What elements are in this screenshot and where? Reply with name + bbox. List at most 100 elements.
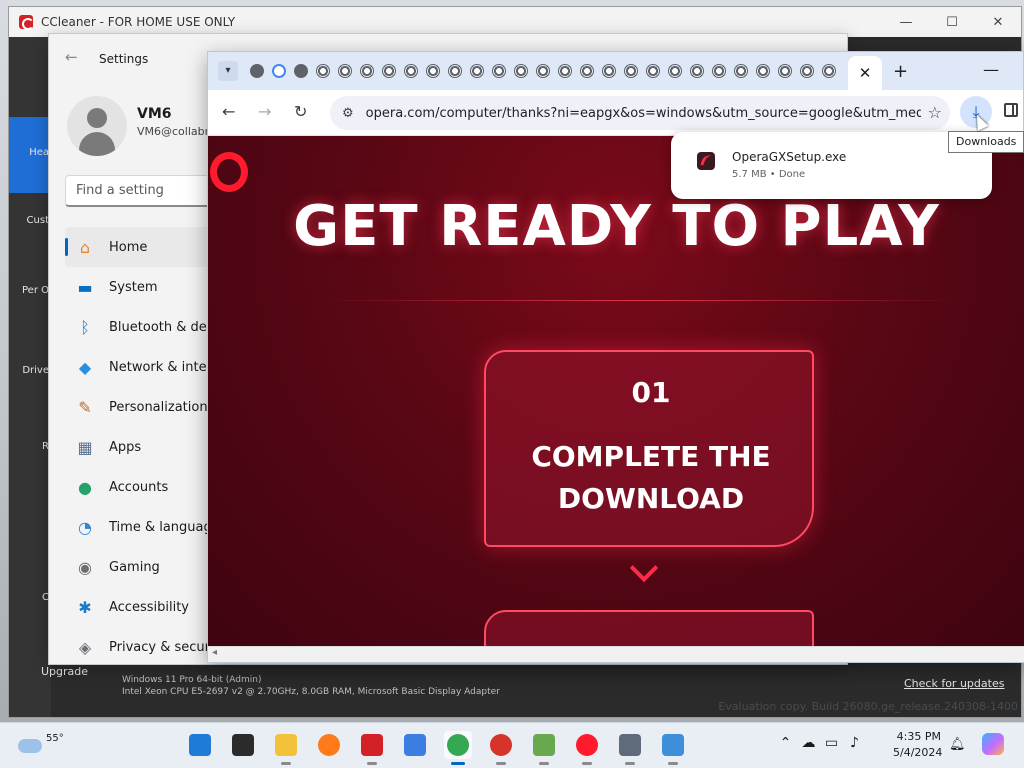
bookmark-star-icon[interactable]: ☆ (928, 103, 942, 122)
ccleaner-nav-performance[interactable]: Per O (9, 285, 51, 296)
app-blue-icon[interactable] (401, 731, 429, 759)
settings-nav-label: Gaming (109, 559, 160, 575)
tab-favicon-icon[interactable] (356, 60, 378, 82)
ccleaner-title: CCleaner - FOR HOME USE ONLY (41, 15, 236, 29)
site-info-icon[interactable]: ⚙ (342, 106, 354, 121)
address-bar[interactable]: ⚙ opera.com/computer/thanks?ni=eapgx&os=… (330, 96, 950, 130)
step-card: 01 COMPLETE THE DOWNLOAD (484, 350, 814, 547)
tab-favicon-icon[interactable] (620, 60, 642, 82)
tab-favicon-icon[interactable] (752, 60, 774, 82)
forward-button-icon[interactable]: → (258, 102, 271, 121)
download-filename[interactable]: OperaGXSetup.exe (732, 150, 846, 164)
tab-favicon-icon[interactable] (400, 60, 422, 82)
settings-icon[interactable] (616, 731, 644, 765)
ccleaner-nav-options[interactable]: C (9, 592, 51, 603)
side-panel-icon[interactable] (1004, 103, 1018, 117)
step-title-line1: COMPLETE THE (531, 440, 771, 473)
reload-button-icon[interactable]: ↻ (294, 102, 307, 121)
tab-favicon-icon[interactable] (246, 60, 268, 82)
settings-nav-label: Accessibility (109, 599, 189, 615)
tray-overflow-chevron-icon[interactable]: ⌃ (774, 735, 797, 751)
tab-favicon-icon[interactable] (818, 60, 840, 82)
next-step-card (484, 610, 814, 646)
ccleaner-minimize-button[interactable]: — (883, 15, 929, 30)
tab-favicon-icon[interactable] (312, 60, 334, 82)
chrome-minimize-button[interactable]: — (983, 60, 999, 79)
settings-nav-icon: ✱ (78, 597, 92, 617)
tab-favicon-icon[interactable] (642, 60, 664, 82)
opera-logo-icon[interactable] (210, 152, 248, 192)
evaluation-watermark: Evaluation copy. Build 26080.ge_release.… (718, 700, 1018, 713)
settings-nav-icon: ◔ (78, 517, 92, 537)
user-name: VM6 (137, 106, 172, 122)
tab-favicon-icon[interactable] (466, 60, 488, 82)
back-button-icon[interactable]: ← (222, 102, 235, 121)
notification-bell-icon[interactable]: 🔔︎ (949, 737, 966, 752)
tab-favicon-icon[interactable] (268, 60, 290, 82)
settings-nav-label: Personalization (109, 399, 208, 415)
settings-nav-icon: ▦ (77, 437, 93, 457)
tab-favicon-icon[interactable] (554, 60, 576, 82)
taskbar-apps (186, 731, 702, 765)
network-icon[interactable]: ▭ (820, 735, 843, 751)
check-for-updates-link[interactable]: Check for updates (904, 677, 1004, 690)
settings-nav-label: Apps (109, 439, 142, 455)
ccleaner-nav-registry[interactable]: R (9, 441, 51, 452)
tab-favicon-icon[interactable] (290, 60, 312, 82)
horizontal-scrollbar[interactable] (208, 646, 1024, 662)
tab-favicon-icon[interactable] (334, 60, 356, 82)
clock-date: 5/4/2024 (893, 746, 943, 759)
settings-nav-label: Accounts (109, 479, 169, 495)
ccleaner-close-button[interactable]: ✕ (975, 15, 1021, 30)
tab-close-icon[interactable]: ✕ (859, 64, 872, 82)
back-arrow-icon[interactable]: ← (65, 48, 78, 66)
settings-nav-icon: ◆ (78, 357, 92, 377)
tab-favicon-icon[interactable] (730, 60, 752, 82)
tab-favicon-icon[interactable] (510, 60, 532, 82)
downloads-bubble[interactable]: OperaGXSetup.exe 5.7 MB • Done (671, 132, 992, 199)
tab-favicon-icon[interactable] (686, 60, 708, 82)
file-explorer-icon[interactable] (272, 731, 300, 765)
tab-favicon-icon[interactable] (532, 60, 554, 82)
ccleaner-nav-driver[interactable]: Drive (9, 365, 51, 376)
volume-icon[interactable]: ♪ (843, 735, 866, 751)
tab-favicon-icon[interactable] (664, 60, 686, 82)
settings-nav-label: Bluetooth & dev (109, 319, 215, 335)
tab-favicon-icon[interactable] (576, 60, 598, 82)
ccleaner-nav-health-check[interactable]: Hea (9, 117, 51, 193)
tab-favicon-icon[interactable] (378, 60, 400, 82)
tab-search-chevron-icon[interactable]: ▾ (218, 61, 238, 81)
firefox-icon[interactable] (315, 731, 343, 759)
user-email: VM6@collabr (137, 125, 210, 138)
tab-favicon-icon[interactable] (708, 60, 730, 82)
chrome-icon[interactable] (444, 731, 472, 765)
clock[interactable]: 4:35 PM 5/4/2024 (893, 729, 943, 761)
tray-app-icon[interactable]: ☁ (797, 735, 820, 751)
app-green-icon[interactable] (530, 731, 558, 765)
ccleaner-maximize-button[interactable]: ☐ (929, 15, 975, 30)
step-number: 01 (631, 376, 671, 409)
start-icon[interactable] (186, 731, 214, 759)
system-tray: ⌃ ☁ ▭ ♪ (774, 735, 866, 751)
app-red-icon[interactable] (487, 731, 515, 765)
ccleaner-system-info: Windows 11 Pro 64-bit (Admin) Intel Xeon… (122, 674, 500, 698)
ccleaner-sidebar: Hea Cust Per O Drive R C (9, 37, 51, 717)
opera-icon[interactable] (573, 731, 601, 765)
tab-favicon-icon[interactable] (598, 60, 620, 82)
settings-nav-icon: ● (78, 477, 92, 497)
copilot-icon[interactable] (982, 733, 1004, 755)
app-monitor-icon[interactable] (659, 731, 687, 765)
new-tab-button[interactable]: + (893, 61, 908, 82)
tab-favicon-icon[interactable] (774, 60, 796, 82)
tab-favicon-icon[interactable] (444, 60, 466, 82)
tab-favicon-icon[interactable] (422, 60, 444, 82)
tab-favicon-icon[interactable] (796, 60, 818, 82)
tab-favicon-icon[interactable] (488, 60, 510, 82)
ccleaner-nav-custom-clean[interactable]: Cust (9, 215, 51, 226)
ccleaner-icon[interactable] (358, 731, 386, 765)
search-icon[interactable] (229, 731, 257, 759)
temperature: 55° (46, 733, 64, 744)
active-tab[interactable]: ✕ (848, 56, 882, 90)
url-text[interactable]: opera.com/computer/thanks?ni=eapgx&os=wi… (366, 106, 921, 121)
weather-widget[interactable]: 55° (18, 733, 64, 753)
